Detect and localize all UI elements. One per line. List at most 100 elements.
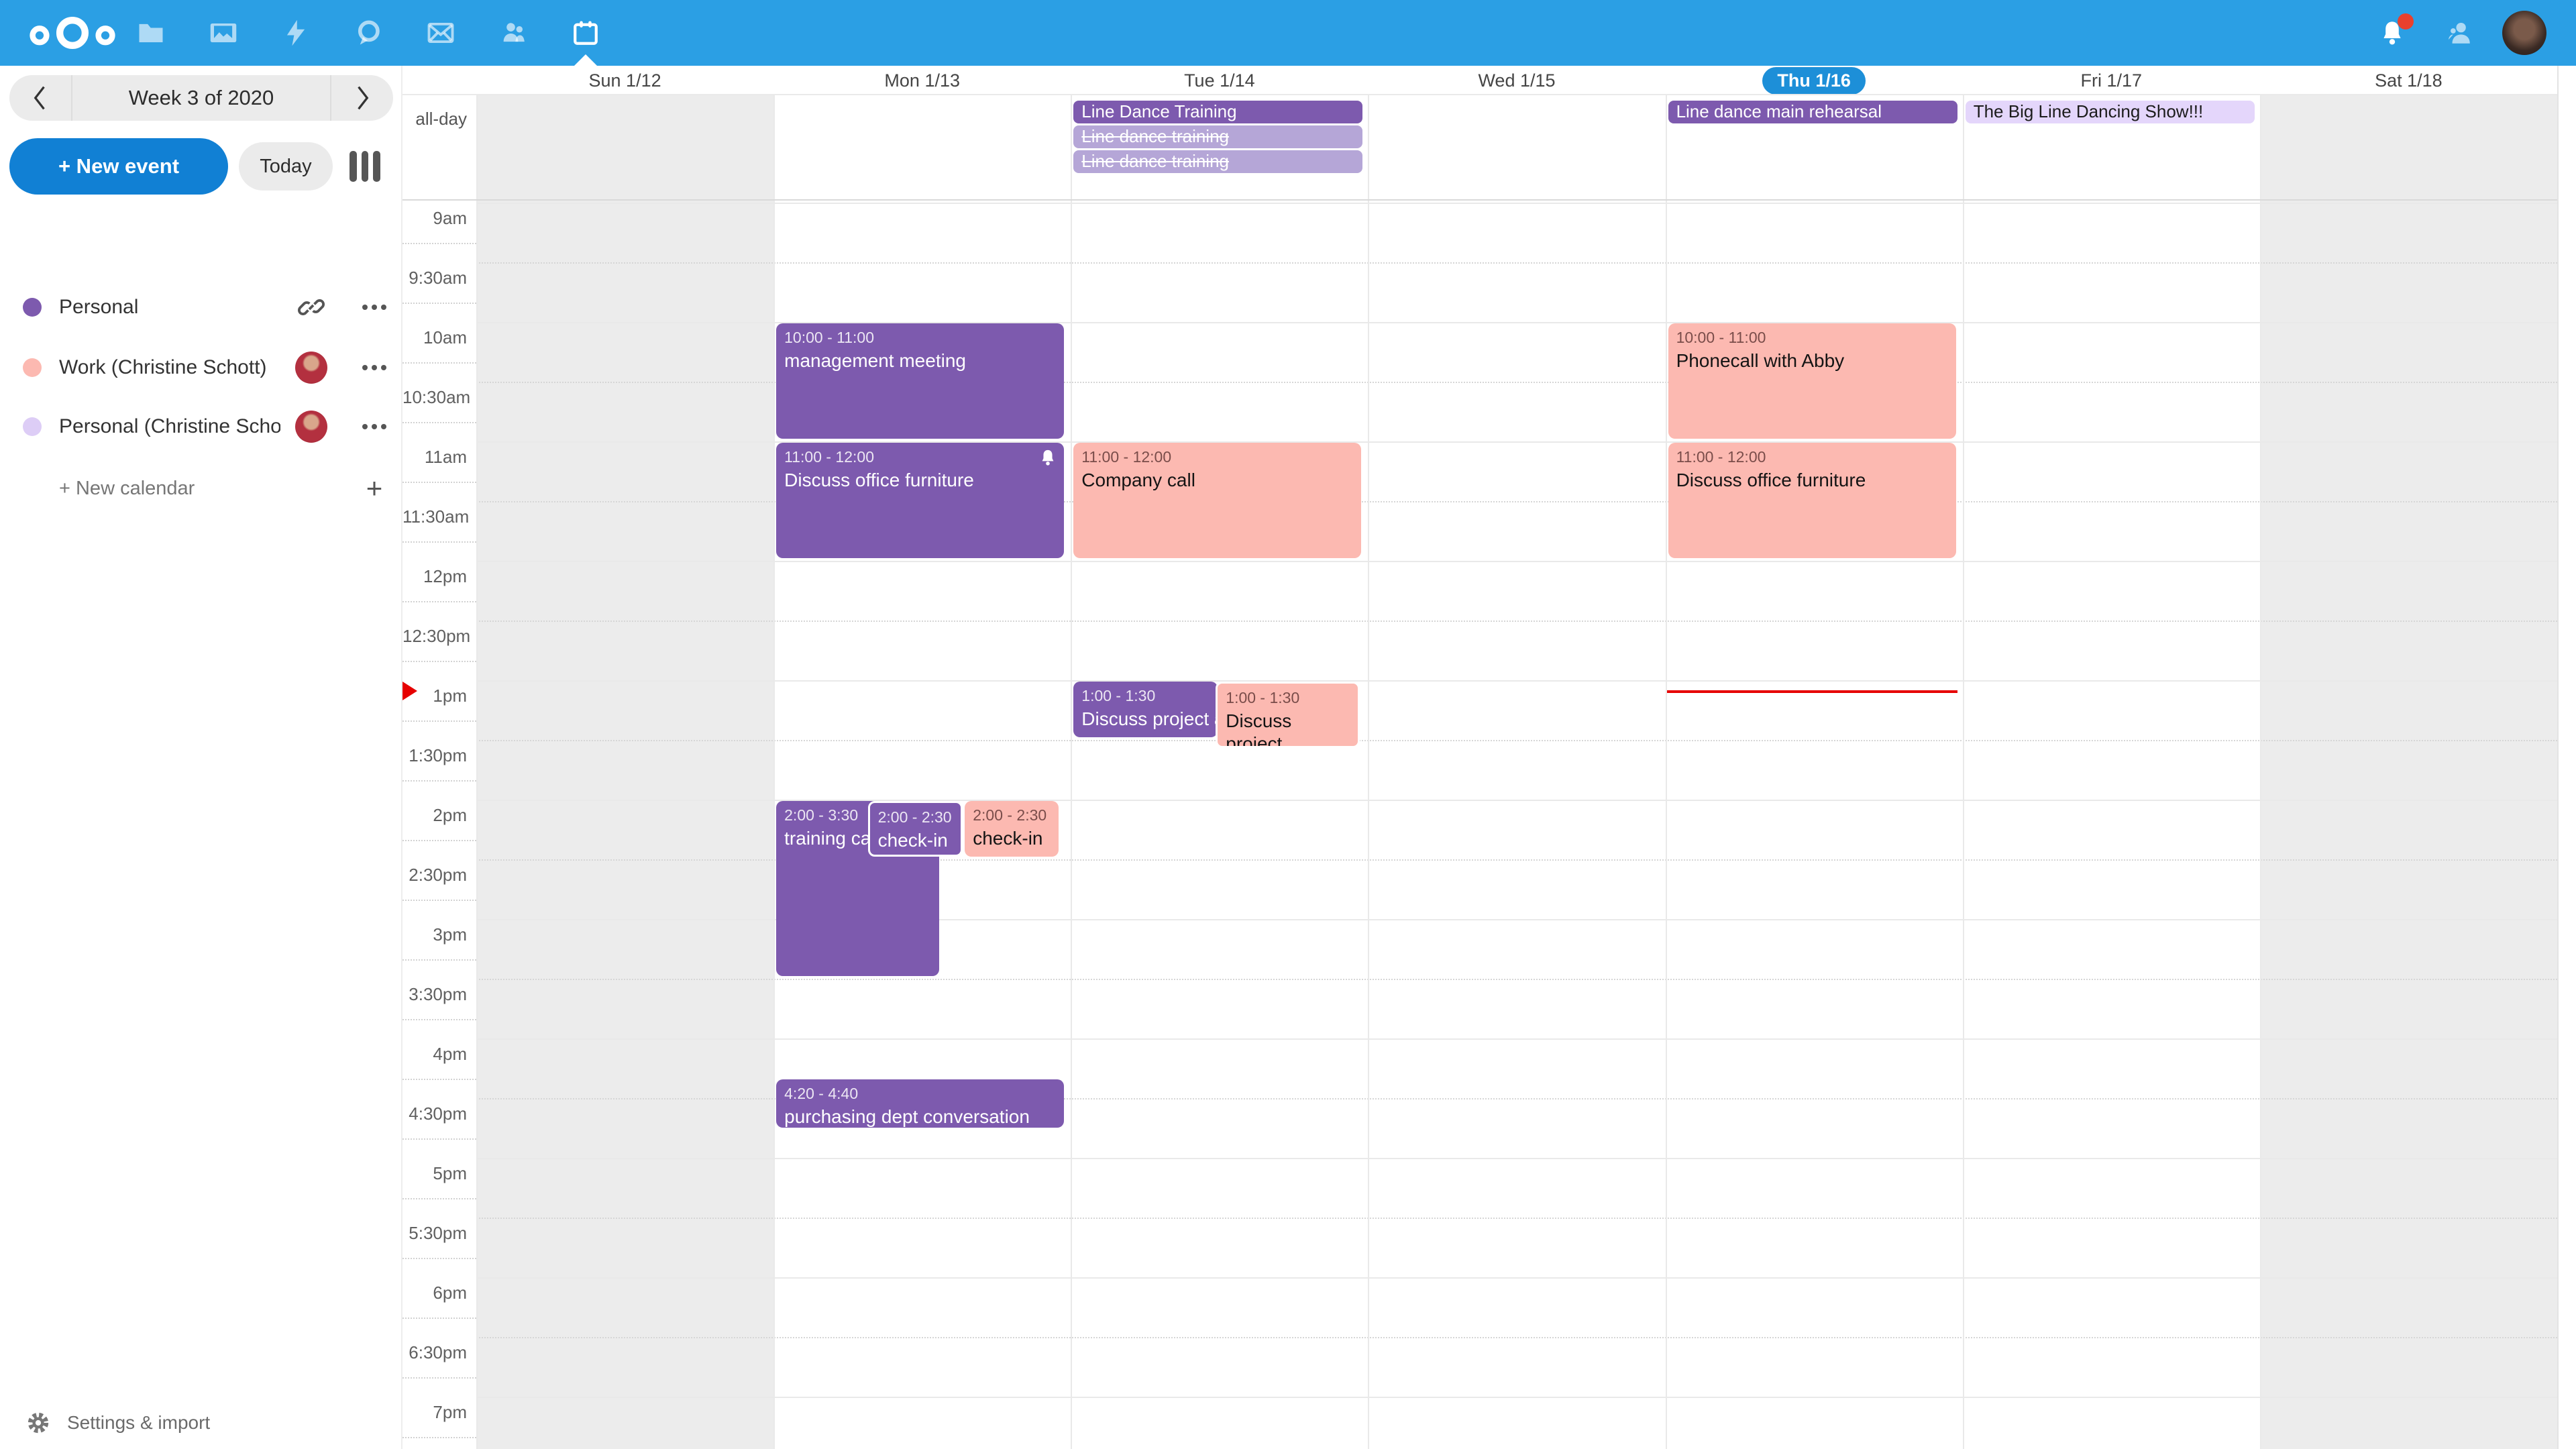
time-gutter-dotted-line	[402, 362, 476, 364]
scrollbar-gutter[interactable]	[2557, 66, 2576, 1449]
event-time: 1:00 - 1:30	[1081, 686, 1210, 706]
time-gutter-dotted-line	[402, 1377, 476, 1379]
weekend-shading	[2260, 95, 2557, 1449]
time-axis-label: 2pm	[402, 805, 467, 826]
time-axis-label: 3:30pm	[402, 984, 467, 1005]
contacts-menu-icon[interactable]	[2426, 0, 2493, 66]
settings-import-button[interactable]: Settings & import	[0, 1399, 402, 1446]
day-header[interactable]: Mon 1/13	[773, 66, 1071, 95]
event-block[interactable]: 10:00 - 11:00Phonecall with Abby	[1668, 323, 1956, 439]
event-time: 10:00 - 11:00	[1676, 327, 1948, 348]
previous-week-button[interactable]	[9, 75, 71, 121]
allday-event[interactable]: Line dance training	[1073, 125, 1362, 148]
allday-event[interactable]: Line Dance Training	[1073, 101, 1362, 123]
current-time-arrow-icon	[402, 682, 417, 700]
event-block[interactable]: 1:00 - 1:30Discuss project announcement	[1216, 682, 1360, 748]
mail-icon[interactable]	[407, 0, 474, 66]
share-link-icon[interactable]	[295, 291, 327, 323]
new-event-button[interactable]: + New event	[9, 138, 228, 195]
user-avatar[interactable]	[2502, 11, 2546, 55]
time-axis-label: 12:30pm	[402, 626, 467, 647]
allday-event[interactable]: Line dance main rehearsal	[1668, 101, 1957, 123]
time-gutter-dotted-line	[402, 661, 476, 662]
day-header[interactable]: Wed 1/15	[1368, 66, 1665, 95]
time-axis-label: 9am	[402, 208, 467, 229]
photos-icon[interactable]	[190, 0, 257, 66]
event-block[interactable]: 10:00 - 11:00management meeting	[776, 323, 1064, 439]
nextcloud-calendar-app: Week 3 of 2020 + New event Today Persona…	[0, 0, 2576, 1449]
calendar-name: Personal (Christine Scho…	[59, 415, 280, 438]
hour-gridline	[476, 561, 2557, 562]
time-gutter-dotted-line	[402, 1258, 476, 1259]
calendar-actions-menu-icon[interactable]	[357, 352, 392, 384]
event-block[interactable]: 1:00 - 1:30Discuss project ann	[1073, 682, 1218, 737]
time-axis-label: 4:30pm	[402, 1104, 467, 1124]
time-axis-label: 3pm	[402, 924, 467, 945]
time-axis-label: 12pm	[402, 566, 467, 587]
day-header[interactable]: Fri 1/17	[1963, 66, 2260, 95]
today-button[interactable]: Today	[239, 142, 333, 191]
gear-icon	[25, 1410, 51, 1436]
day-header[interactable]: Sun 1/12	[476, 66, 773, 95]
event-title: check-in	[973, 827, 1050, 850]
event-title: Discuss project ann	[1081, 708, 1210, 731]
time-gutter-dotted-line	[402, 840, 476, 841]
event-block[interactable]: 11:00 - 12:00Discuss office furniture	[776, 443, 1064, 558]
calendar-list-item[interactable]: Personal (Christine Scho…	[0, 401, 402, 452]
time-gutter-dotted-line	[402, 601, 476, 602]
allday-event[interactable]: Line dance training	[1073, 150, 1362, 173]
time-axis-label: 7pm	[402, 1402, 467, 1423]
half-hour-gridline	[476, 1218, 2557, 1219]
calendar-actions-menu-icon[interactable]	[357, 411, 392, 443]
event-block[interactable]: 2:00 - 2:30check-in	[965, 801, 1058, 857]
active-app-indicator	[574, 54, 597, 66]
event-block[interactable]: 11:00 - 12:00Discuss office furniture	[1668, 443, 1956, 558]
nextcloud-logo-icon[interactable]	[25, 11, 119, 55]
time-gutter-dotted-line	[402, 422, 476, 423]
time-gutter-dotted-line	[402, 482, 476, 483]
half-hour-gridline	[476, 621, 2557, 622]
week-grid: Sun 1/12Mon 1/13Tue 1/14Wed 1/15Thu 1/16…	[402, 66, 2576, 1449]
new-calendar-button[interactable]: + New calendar+	[0, 463, 402, 514]
week-view-toggle-icon[interactable]	[350, 151, 380, 182]
event-block[interactable]: 4:20 - 4:40purchasing dept conversation	[776, 1079, 1064, 1127]
column-gridline	[2260, 95, 2261, 1449]
half-hour-gridline	[476, 979, 2557, 980]
talk-icon[interactable]	[335, 0, 402, 66]
event-title: Company call	[1081, 469, 1353, 492]
event-title: Discuss project announcement	[1226, 710, 1350, 748]
calendar-list-item[interactable]: Personal	[0, 282, 402, 333]
day-header[interactable]: Thu 1/16	[1666, 66, 1963, 95]
event-block[interactable]: 11:00 - 12:00Company call	[1073, 443, 1361, 558]
time-gutter-dotted-line	[402, 303, 476, 304]
time-axis-label: 2:30pm	[402, 865, 467, 885]
calendar-actions-menu-icon[interactable]	[357, 291, 392, 323]
time-axis-label: 11am	[402, 447, 467, 468]
calendar-list-item[interactable]: Work (Christine Schott)	[0, 342, 402, 393]
event-title: Phonecall with Abby	[1676, 350, 1948, 372]
day-header[interactable]: Tue 1/14	[1071, 66, 1368, 95]
week-title[interactable]: Week 3 of 2020	[71, 75, 331, 121]
half-hour-gridline	[476, 740, 2557, 741]
new-calendar-label: + New calendar	[59, 478, 195, 500]
time-axis-label: 5:30pm	[402, 1223, 467, 1244]
event-time: 11:00 - 12:00	[1081, 447, 1353, 468]
time-gutter-dotted-line	[402, 900, 476, 901]
current-time-line	[1667, 690, 1957, 693]
time-gutter-dotted-line	[402, 1198, 476, 1199]
time-gutter-dotted-line	[402, 720, 476, 722]
contacts-icon[interactable]	[480, 0, 547, 66]
activity-icon[interactable]	[262, 0, 329, 66]
files-icon[interactable]	[117, 0, 184, 66]
hour-gridline	[476, 680, 2557, 682]
time-gutter-dotted-line	[402, 1079, 476, 1080]
day-header[interactable]: Sat 1/18	[2260, 66, 2557, 95]
notifications-bell-icon[interactable]	[2359, 0, 2426, 66]
time-axis-label: 10am	[402, 327, 467, 348]
time-gutter-dotted-line	[402, 959, 476, 961]
next-week-button[interactable]	[331, 75, 393, 121]
column-gridline	[1666, 95, 1667, 1449]
allday-event[interactable]: The Big Line Dancing Show!!!	[1966, 101, 2255, 123]
header-separator	[402, 94, 2576, 95]
event-block[interactable]: 2:00 - 2:30check-in	[868, 801, 963, 857]
